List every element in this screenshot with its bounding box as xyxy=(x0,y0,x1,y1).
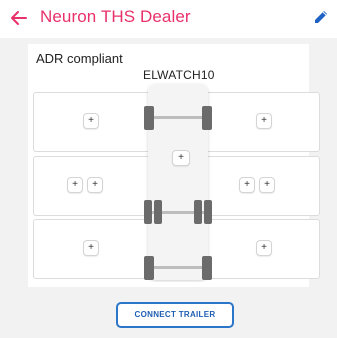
page-title: Neuron THS Dealer xyxy=(40,7,191,26)
add-tire-button-front-right[interactable]: + xyxy=(256,113,272,129)
add-tire-button-rear-right[interactable]: + xyxy=(256,240,272,256)
add-tire-button-front-left[interactable]: + xyxy=(83,113,99,129)
vehicle-chassis-diagram xyxy=(144,84,212,280)
add-tire-button-middle-left-outer[interactable]: + xyxy=(67,177,83,193)
adr-compliant-label: ADR compliant xyxy=(36,51,123,66)
add-spare-tire-button[interactable]: + xyxy=(172,150,190,166)
vehicle-name: ELWATCH10 xyxy=(143,68,215,82)
add-tire-button-rear-left[interactable]: + xyxy=(83,240,99,256)
back-arrow-icon[interactable] xyxy=(8,7,30,29)
connect-trailer-button[interactable]: CONNECT TRAILER xyxy=(116,302,234,328)
edit-pencil-icon[interactable] xyxy=(312,8,330,26)
add-tire-button-middle-right-inner[interactable]: + xyxy=(239,177,255,193)
add-tire-button-middle-right-outer[interactable]: + xyxy=(259,177,275,193)
vehicle-card: ADR compliant ELWATCH10 + + + + + + + + xyxy=(28,44,320,287)
app-bar: Neuron THS Dealer xyxy=(0,0,337,38)
add-tire-button-middle-left-inner[interactable]: + xyxy=(87,177,103,193)
